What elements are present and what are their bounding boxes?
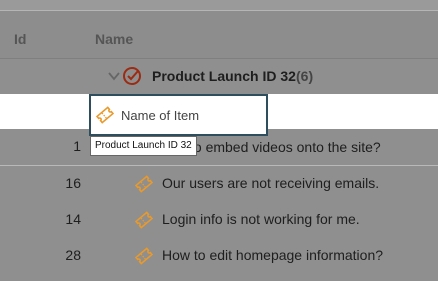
row-name: to embed videos onto the site? [190,139,381,155]
ticket-icon [95,106,115,124]
group-title: Product Launch ID 32 [152,68,296,84]
item-name-input[interactable] [121,105,261,125]
table-row[interactable]: 14 Login info is not working for me. [0,202,438,239]
group-row[interactable]: Product Launch ID 32 (6) [0,59,438,95]
table-row[interactable]: 28 How to edit homepage information? [0,238,438,275]
bottom-strip [0,274,438,281]
row-id: 14 [65,211,81,227]
item-name-editor[interactable] [89,94,268,136]
row-name: Our users are not receiving emails. [162,175,380,191]
tooltip: Product Launch ID 32 [90,136,197,156]
row-name: Login info is not working for me. [162,211,360,227]
table-header: Id Name [0,11,438,59]
chevron-down-icon[interactable] [107,69,121,83]
column-header-name[interactable]: Name [95,31,133,47]
row-name: How to edit homepage information? [162,247,384,263]
row-id: 1 [73,138,81,154]
group-count: (6) [296,68,314,84]
row-id: 28 [65,247,81,263]
table-row[interactable]: 16 Our users are not receiving emails. [0,166,438,203]
ticket-icon [134,211,154,229]
ticket-icon [134,175,154,193]
check-circle-icon [123,67,141,85]
top-strip [0,0,438,11]
ticket-icon [134,247,154,265]
row-id: 16 [65,175,81,191]
column-header-id[interactable]: Id [14,31,26,47]
